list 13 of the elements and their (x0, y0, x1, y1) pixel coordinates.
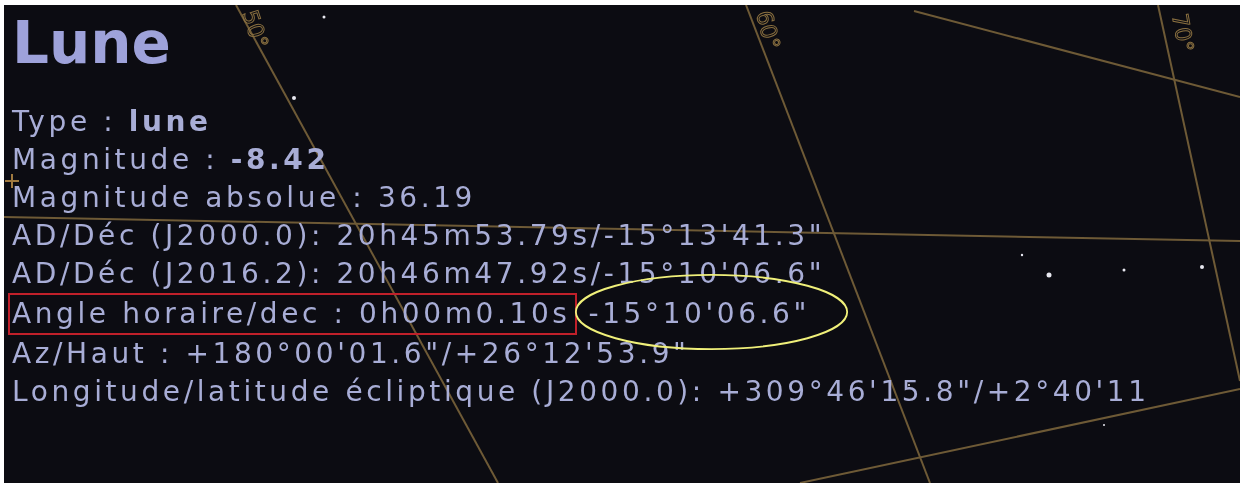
info-line: Az/Haut : +180°00'01.6"/+26°12'53.9" (12, 336, 690, 372)
grid-label: 60° (751, 8, 785, 53)
circled-value: -15°10'06.6" (588, 296, 810, 332)
info-line: AD/Déc (J2000.0): 20h45m53.79s/-15°13'41.3" (12, 218, 826, 254)
info-line: Longitude/latitude écliptique (J2000.0): +309°46'15.8"/+2°40'11 (12, 374, 1150, 410)
grid-label: 50° (237, 6, 274, 52)
object-title: Lune (12, 8, 171, 79)
grid-label: 70° (1167, 11, 1199, 55)
info-line: Magnitude absolue : 36.19 (12, 180, 477, 216)
info-line: AD/Déc (J2016.2): 20h46m47.92s/-15°10'06.6" (12, 256, 826, 292)
info-line: Type : lune (12, 104, 212, 140)
highlighted-info: Angle horaire/dec : 0h00m0.10s (8, 293, 577, 335)
info-line: Magnitude : -8.42 (12, 142, 330, 178)
